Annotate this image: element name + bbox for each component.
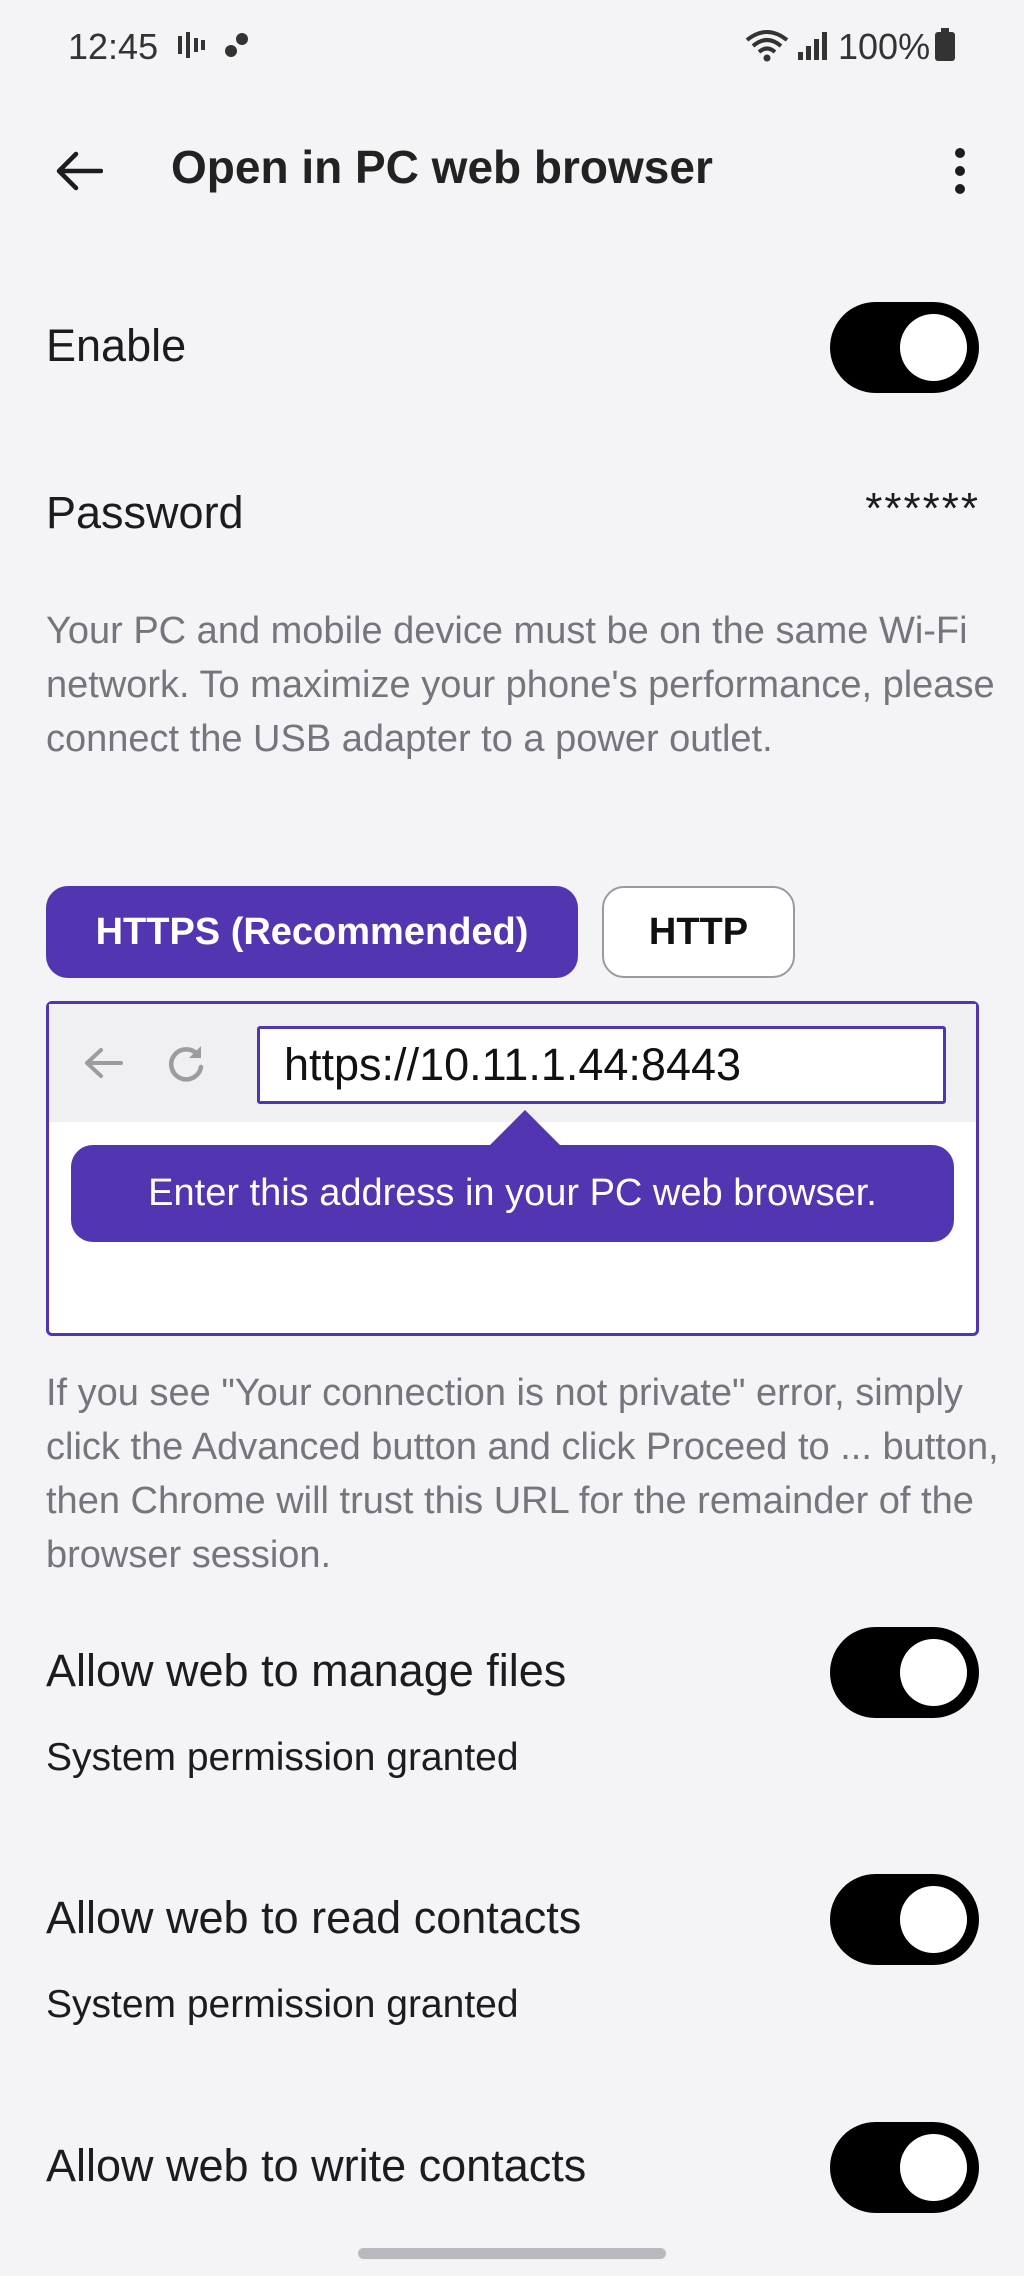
battery-percent: 100% (838, 26, 931, 67)
manage-files-status: System permission granted (46, 1736, 519, 1779)
enable-label: Enable (46, 320, 187, 371)
url-field: https://10.11.1.44:8443 (257, 1026, 946, 1104)
more-options-button[interactable] (930, 140, 990, 206)
page-title: Open in PC web browser (171, 141, 713, 193)
http-button[interactable]: HTTP (602, 886, 795, 978)
status-bar: 12:45 100% (0, 0, 1024, 92)
battery-icon (934, 28, 956, 67)
manage-files-switch[interactable] (830, 1627, 979, 1718)
switch-knob (900, 1886, 967, 1953)
browser-toolbar: https://10.11.1.44:8443 (49, 1004, 976, 1122)
read-contacts-status: System permission granted (46, 1983, 519, 2026)
app-bar: Open in PC web browser (0, 110, 1024, 220)
write-contacts-label: Allow web to write contacts (46, 2140, 587, 2191)
tooltip-arrow (489, 1110, 561, 1146)
password-value[interactable]: ****** (830, 484, 980, 534)
browser-reload-icon (161, 1038, 211, 1088)
switch-knob (900, 314, 967, 381)
wifi-icon (745, 28, 789, 67)
read-contacts-label: Allow web to read contacts (46, 1892, 582, 1943)
more-vert-icon (954, 147, 966, 200)
voicemail-bars-icon (176, 30, 206, 65)
cell-signal-icon (796, 30, 830, 67)
screen: 12:45 100% Open in PC web browser Enable… (0, 0, 1024, 2276)
home-indicator[interactable] (358, 2248, 666, 2259)
notification-dots-icon (222, 30, 252, 65)
browser-back-icon (79, 1038, 129, 1088)
back-button[interactable] (46, 140, 112, 206)
browser-illustration: https://10.11.1.44:8443 Enter this addre… (46, 1001, 979, 1336)
address-tooltip: Enter this address in your PC web browse… (71, 1145, 954, 1242)
manage-files-label: Allow web to manage files (46, 1645, 567, 1696)
read-contacts-switch[interactable] (830, 1874, 979, 1965)
arrow-left-icon (55, 151, 104, 196)
private-connection-note: If you see "Your connection is not priva… (46, 1372, 999, 1576)
password-label[interactable]: Password (46, 487, 244, 539)
switch-knob (900, 2134, 967, 2201)
enable-switch[interactable] (830, 302, 979, 393)
status-time: 12:45 (68, 26, 159, 67)
https-button[interactable]: HTTPS (Recommended) (46, 886, 578, 978)
write-contacts-switch[interactable] (830, 2122, 979, 2213)
switch-knob (900, 1639, 967, 1706)
wifi-note: Your PC and mobile device must be on the… (46, 610, 995, 760)
